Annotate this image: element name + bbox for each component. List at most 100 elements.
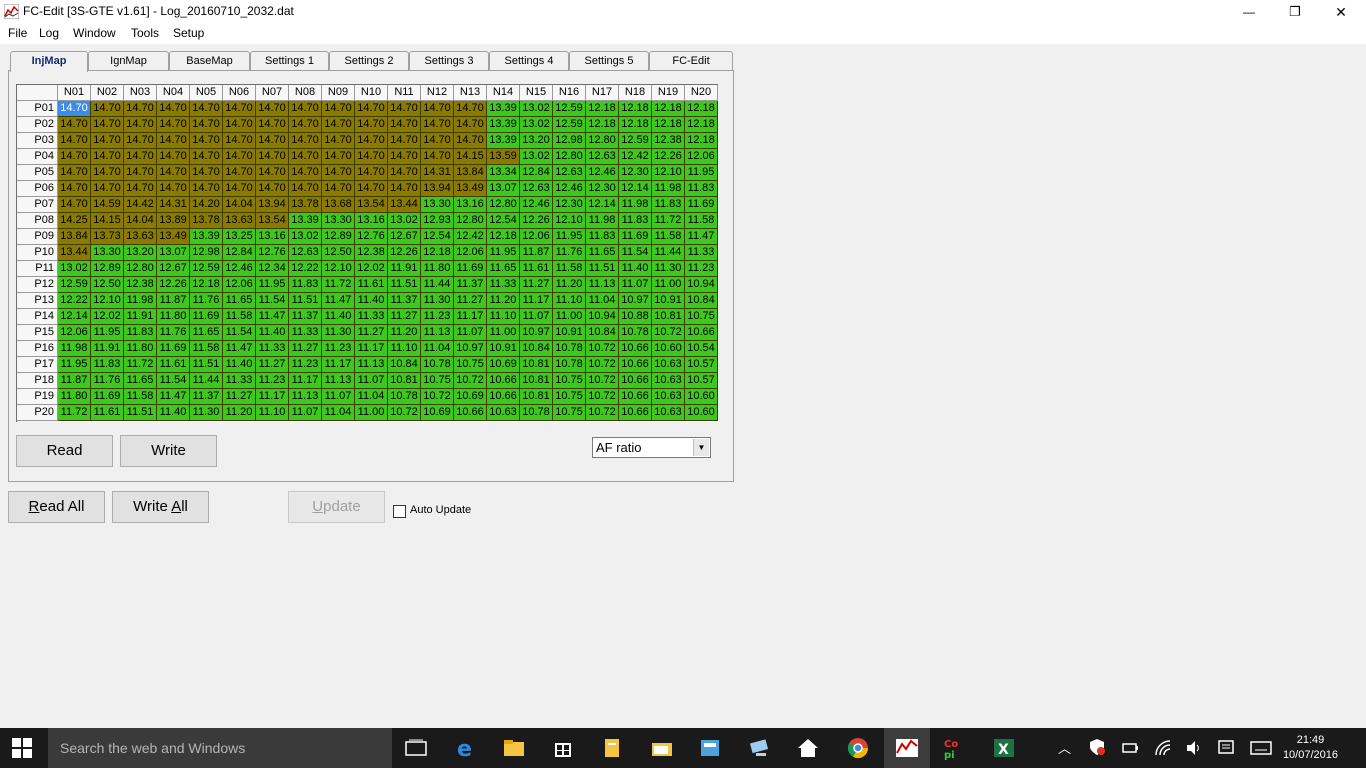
map-cell[interactable]: 11.27 [388,309,421,325]
map-cell[interactable]: 14.20 [190,197,223,213]
map-cell[interactable]: 14.70 [322,181,355,197]
map-cell[interactable]: 14.70 [256,181,289,197]
update-button[interactable]: Update [288,491,385,523]
map-cell[interactable]: 11.95 [256,277,289,293]
map-cell[interactable]: 12.59 [619,133,652,149]
map-cell[interactable]: 10.91 [652,293,685,309]
map-cell[interactable]: 11.23 [289,357,322,373]
map-cell[interactable]: 10.72 [586,357,619,373]
map-cell[interactable]: 13.39 [487,117,520,133]
map-cell[interactable]: 11.40 [223,357,256,373]
chevron-down-icon[interactable]: ▼ [693,439,709,456]
map-cell[interactable]: 13.02 [58,261,91,277]
tab-ignmap[interactable]: IgnMap [88,51,169,70]
map-cell[interactable]: 12.42 [454,229,487,245]
map-cell[interactable]: 11.17 [289,373,322,389]
map-cell[interactable]: 13.16 [355,213,388,229]
map-cell[interactable]: 12.06 [223,277,256,293]
taskbar-clock[interactable]: 21:49 10/07/2016 [1283,733,1338,763]
map-cell[interactable]: 10.72 [454,373,487,389]
map-cell[interactable]: 10.75 [553,373,586,389]
map-cell[interactable]: 12.30 [619,165,652,181]
map-cell[interactable]: 11.13 [421,325,454,341]
map-cell[interactable]: 11.47 [322,293,355,309]
map-cell[interactable]: 12.98 [553,133,586,149]
tab-injmap[interactable]: InjMap [10,51,88,72]
map-cell[interactable]: 11.95 [553,229,586,245]
map-cell[interactable]: 11.58 [223,309,256,325]
map-cell[interactable]: 10.78 [619,325,652,341]
map-cell[interactable]: 14.70 [355,133,388,149]
tab-settings-5[interactable]: Settings 5 [569,51,649,70]
map-cell[interactable]: 11.07 [355,373,388,389]
map-cell[interactable]: 13.78 [289,197,322,213]
tab-basemap[interactable]: BaseMap [169,51,250,70]
map-cell[interactable]: 10.72 [586,405,619,421]
map-cell[interactable]: 14.70 [355,101,388,117]
map-cell[interactable]: 11.54 [256,293,289,309]
map-cell[interactable]: 14.70 [190,149,223,165]
map-cell[interactable]: 11.07 [454,325,487,341]
map-cell[interactable]: 12.14 [58,309,91,325]
tab-settings-3[interactable]: Settings 3 [409,51,489,70]
map-cell[interactable]: 14.70 [58,101,91,117]
keyboard-icon[interactable] [1250,740,1272,756]
map-cell[interactable]: 12.18 [190,277,223,293]
map-cell[interactable]: 11.23 [256,373,289,389]
map-cell[interactable]: 11.83 [619,213,652,229]
map-cell[interactable]: 13.89 [157,213,190,229]
map-cell[interactable]: 11.83 [586,229,619,245]
map-cell[interactable]: 11.44 [652,245,685,261]
map-cell[interactable]: 11.47 [256,309,289,325]
map-cell[interactable]: 12.18 [652,101,685,117]
map-cell[interactable]: 12.80 [124,261,157,277]
map-cell[interactable]: 11.27 [289,341,322,357]
map-cell[interactable]: 11.83 [652,197,685,213]
home-icon[interactable] [796,736,820,760]
map-cell[interactable]: 10.84 [388,357,421,373]
map-cell[interactable]: 14.70 [58,181,91,197]
action-center-icon[interactable] [1217,739,1235,757]
map-cell[interactable]: 10.88 [619,309,652,325]
map-cell[interactable]: 13.39 [487,133,520,149]
map-cell[interactable]: 11.17 [355,341,388,357]
map-cell[interactable]: 10.72 [388,405,421,421]
edge-browser-icon[interactable]: e [454,736,478,760]
map-cell[interactable]: 12.76 [355,229,388,245]
map-cell[interactable]: 14.70 [289,101,322,117]
map-cell[interactable]: 13.02 [388,213,421,229]
chevron-up-icon[interactable]: ︿ [1058,738,1071,757]
map-cell[interactable]: 12.63 [553,165,586,181]
map-cell[interactable]: 11.87 [157,293,190,309]
map-cell[interactable]: 11.72 [652,213,685,229]
map-cell[interactable]: 10.84 [685,293,718,309]
map-cell[interactable]: 14.70 [91,133,124,149]
task-view-icon[interactable] [404,736,428,760]
map-cell[interactable]: 11.07 [322,389,355,405]
map-cell[interactable]: 12.38 [355,245,388,261]
map-cell[interactable]: 10.75 [685,309,718,325]
map-cell[interactable]: 14.70 [355,165,388,181]
map-cell[interactable]: 11.30 [421,293,454,309]
map-cell[interactable]: 11.76 [157,325,190,341]
map-cell[interactable]: 10.63 [652,405,685,421]
map-cell[interactable]: 12.63 [586,149,619,165]
map-cell[interactable]: 11.23 [322,341,355,357]
map-cell[interactable]: 14.70 [388,149,421,165]
map-cell[interactable]: 11.83 [685,181,718,197]
map-cell[interactable]: 11.37 [454,277,487,293]
map-cell[interactable]: 14.70 [91,165,124,181]
map-cell[interactable]: 13.73 [91,229,124,245]
excel-icon[interactable]: X [992,736,1016,760]
map-cell[interactable]: 12.89 [91,261,124,277]
map-cell[interactable]: 11.13 [355,357,388,373]
map-cell[interactable]: 11.20 [487,293,520,309]
map-cell[interactable]: 11.95 [685,165,718,181]
map-cell[interactable]: 10.63 [652,373,685,389]
menu-file[interactable]: File [8,26,27,40]
map-cell[interactable]: 11.00 [553,309,586,325]
map-cell[interactable]: 11.40 [322,309,355,325]
map-cell[interactable]: 11.58 [652,229,685,245]
map-cell[interactable]: 10.78 [388,389,421,405]
chrome-icon[interactable] [846,736,870,760]
